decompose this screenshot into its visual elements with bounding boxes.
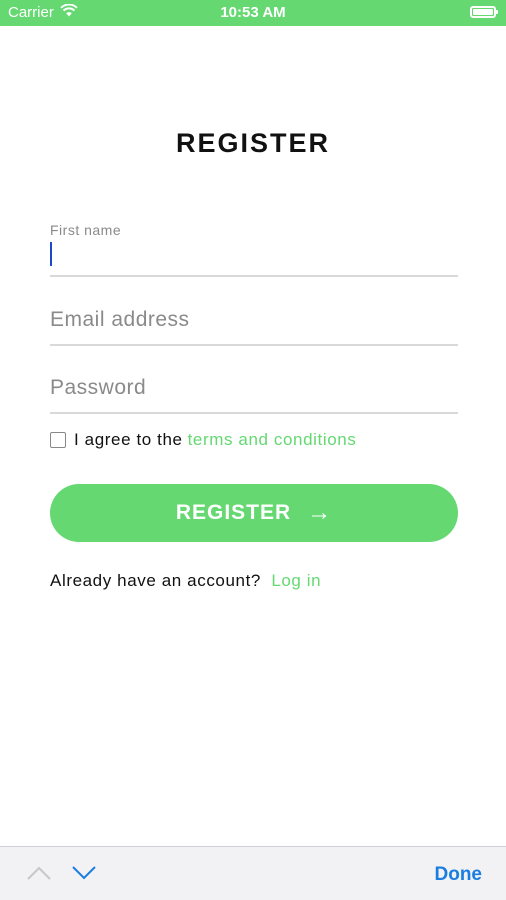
arrow-right-icon: → [307, 499, 333, 526]
login-prompt-text: Already have an account? [50, 571, 261, 590]
page-title: REGISTER [175, 128, 331, 158]
register-button[interactable]: REGISTER → [50, 484, 458, 542]
password-underline [50, 412, 458, 414]
status-bar: Carrier 10:53 AM [0, 0, 506, 26]
password-input[interactable] [50, 368, 458, 414]
status-time: 10:53 AM [220, 4, 286, 21]
first-name-field[interactable]: First name [50, 218, 458, 277]
first-name-label: First name [50, 222, 122, 238]
done-button[interactable]: Done [435, 864, 483, 886]
chevron-down-icon[interactable] [71, 865, 97, 886]
login-prompt: Already have an account? Log in [50, 571, 321, 591]
terms-link[interactable]: terms and conditions [188, 430, 357, 450]
text-caret [50, 242, 52, 266]
first-name-underline [50, 275, 458, 277]
email-field[interactable] [50, 300, 458, 346]
keyboard-toolbar: Done [0, 846, 506, 900]
register-button-label: REGISTER [175, 501, 292, 524]
email-input[interactable] [50, 300, 458, 346]
terms-checkbox[interactable] [50, 432, 66, 448]
password-field[interactable] [50, 368, 458, 414]
email-underline [50, 344, 458, 346]
chevron-up-icon[interactable] [26, 865, 52, 886]
login-link[interactable]: Log in [271, 571, 321, 590]
battery-icon [470, 6, 498, 18]
agree-text: I agree to the [74, 430, 183, 449]
terms-agreement: I agree to the terms and conditions [50, 430, 356, 450]
